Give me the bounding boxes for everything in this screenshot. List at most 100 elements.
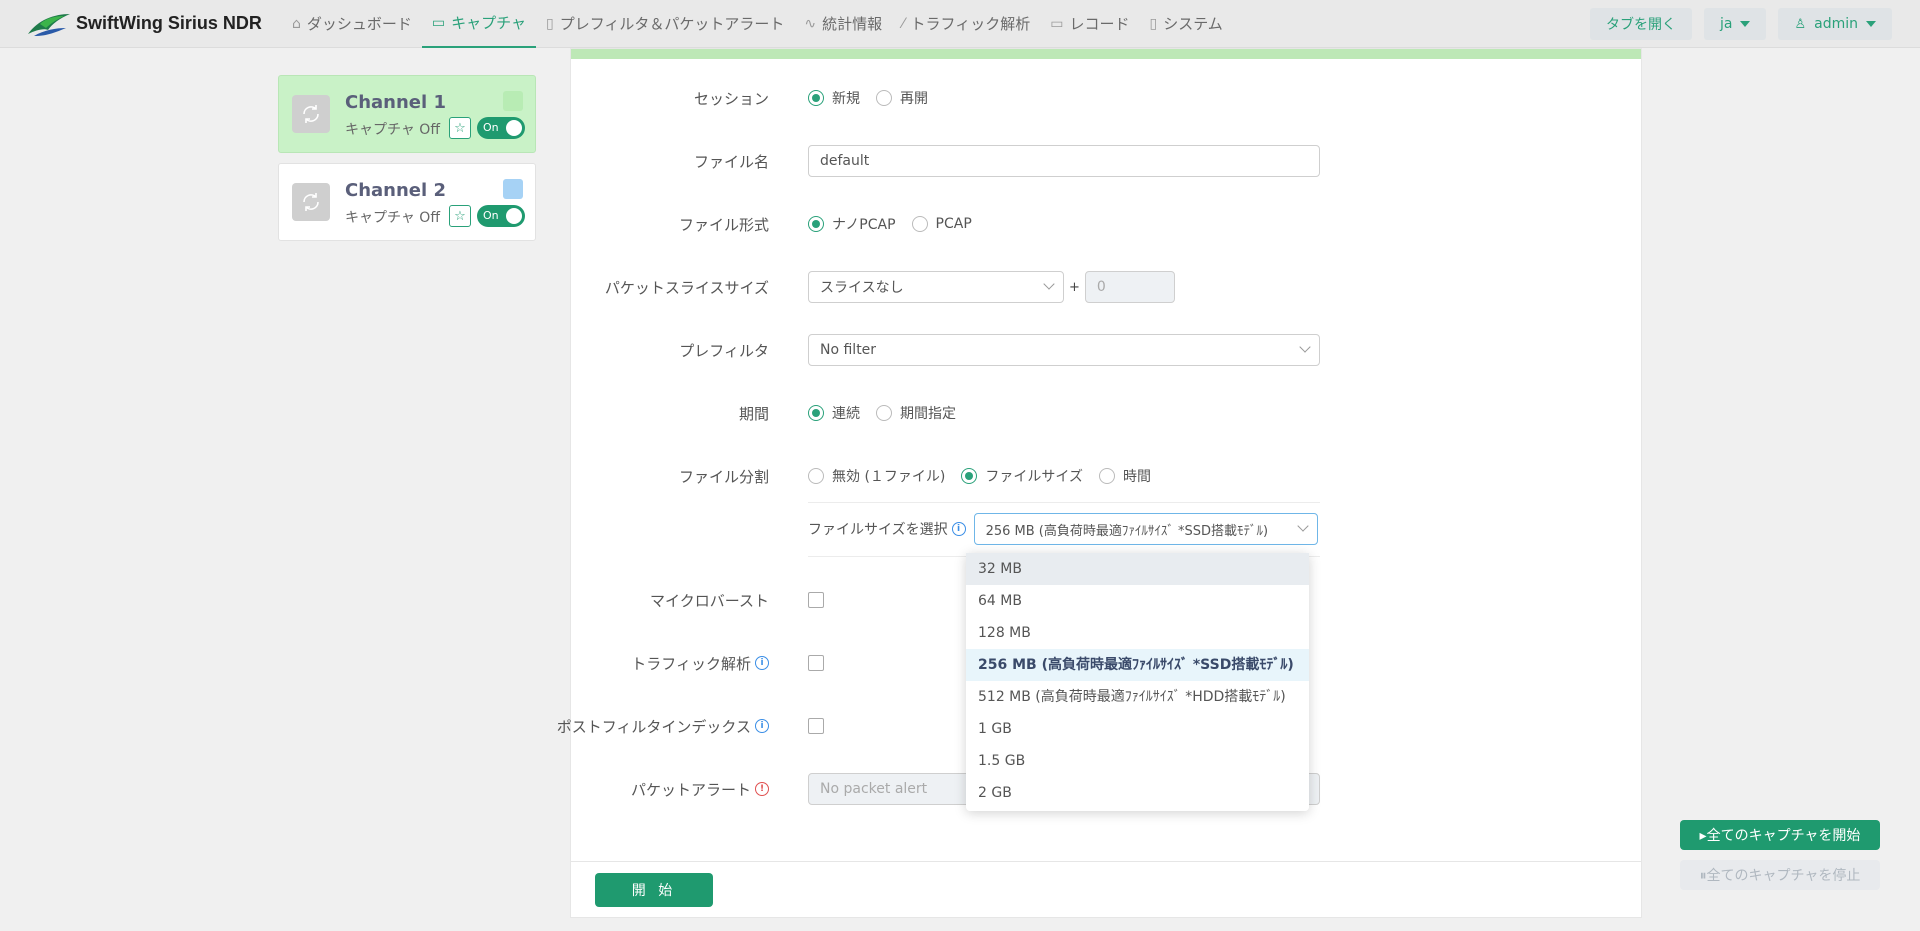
split-label: ファイル分割 [678,467,769,486]
channel-name: Channel 2 [345,180,446,201]
clipboard-icon: ▯ [546,15,554,32]
dropdown-option[interactable]: 2 GB [966,777,1309,809]
channel-card[interactable]: Channel 1 キャプチャ Off ☆ On [278,75,536,153]
nav-item-label: 統計情報 [822,15,883,33]
main-nav: ⌂ ダッシュボード ▭ キャプチャ ▯ プレフィルタ＆パケットアラート ∿ 統計情報 ⁄ トラフィ… [282,0,1233,48]
filesize-select[interactable]: 256 MB (高負荷時最適ﾌｧｲﾙｻｲｽﾞ *SSD搭載ﾓﾃﾞﾙ) [973,513,1318,545]
nav-item-6[interactable]: ▯ システム [1139,0,1232,48]
divider [571,861,1641,862]
period-continuous-radio[interactable]: 連続 [808,403,860,423]
format-pcap-radio[interactable]: PCAP [911,216,972,232]
traffic-checkbox[interactable] [808,655,824,671]
channel-toggle[interactable]: On [477,205,525,227]
split-row: ファイル分割 無効 (１ファイル) ファイルサイズ 時間 [571,460,1641,492]
filename-input[interactable]: default [808,145,1320,177]
start-all-captures-button[interactable]: ▸全てのキャプチャを開始 [1680,820,1880,850]
app-logo[interactable]: SwiftWing Sirius NDR [26,10,282,38]
open-tab-button[interactable]: タブを開く [1590,8,1692,40]
nav-item-3[interactable]: ∿ 統計情報 [794,0,892,48]
pulse-icon: ∿ [804,15,817,32]
dropdown-option[interactable]: 64 MB [966,585,1309,617]
refresh-icon[interactable] [292,183,330,221]
channel-status: キャプチャ Off [345,122,440,138]
prefilter-select[interactable]: No filter [808,334,1320,366]
slice-select[interactable]: スライスなし [808,271,1064,303]
channel-color-swatch[interactable] [503,91,523,111]
period-label: 期間 [738,404,769,423]
clipboard-icon: ▯ [1149,15,1158,32]
filename-label: ファイル名 [693,152,769,171]
top-header: SwiftWing Sirius NDR ⌂ ダッシュボード ▭ キャプチャ ▯ プレフィ… [0,0,1920,48]
slice-row: パケットスライスサイズ スライスなし + 0 [571,271,1641,303]
slice-extra-input[interactable]: 0 [1084,271,1175,303]
stop-all-captures-button[interactable]: ⏸全てのキャプチャを停止 [1680,860,1880,890]
period-row: 期間 連続 期間指定 [571,397,1641,429]
dropdown-option[interactable]: 32 MB [966,553,1309,585]
split-filesize-radio[interactable]: ファイルサイズ [961,466,1083,486]
microburst-label: マイクロバースト [650,591,769,610]
session-label: セッション [693,89,769,108]
refresh-icon[interactable] [292,95,330,133]
postfilter-checkbox[interactable] [808,718,824,734]
filesize-label: ファイルサイズを選択 [808,522,948,538]
dropdown-option[interactable]: 256 MB (高負荷時最適ﾌｧｲﾙｻｲｽﾞ *SSD搭載ﾓﾃﾞﾙ) [966,649,1309,681]
prefilter-row: プレフィルタ No filter [571,334,1641,366]
dropdown-option[interactable]: 1 GB [966,713,1309,745]
dropdown-option[interactable]: 128 MB [966,617,1309,649]
nav-item-2[interactable]: ▯ プレフィルタ＆パケットアラート [536,0,794,48]
session-resume-radio[interactable]: 再開 [876,88,928,108]
app-title: SwiftWing Sirius NDR [76,13,262,33]
nav-item-label: キャプチャ [451,14,526,32]
toggle-label: On [483,209,499,222]
wand-icon: ⁄ [902,15,905,32]
channel-color-swatch[interactable] [503,179,523,199]
info-icon[interactable]: i [755,719,769,733]
packet-alert-label: パケットアラート! [549,779,769,800]
toggle-label: On [483,121,499,134]
user-icon: ♙ [1794,16,1807,32]
nav-item-label: レコード [1069,15,1130,33]
split-time-radio[interactable]: 時間 [1098,466,1151,486]
nav-item-1[interactable]: ▭ キャプチャ [421,0,536,48]
start-button[interactable]: 開 始 [595,873,713,907]
plus-sign: + [1069,279,1080,295]
caret-down-icon [1740,21,1751,27]
period-specified-radio[interactable]: 期間指定 [876,403,956,423]
channel-card[interactable]: Channel 2 キャプチャ Off ☆ On [278,163,536,241]
divider [808,502,1320,503]
info-icon[interactable]: i [951,522,966,536]
swift-logo-icon [28,13,70,36]
filesize-dropdown: 32 MB 64 MB 128 MB 256 MB (高負荷時最適ﾌｧｲﾙｻｲｽﾞ *… [966,553,1309,811]
nav-item-0[interactable]: ⌂ ダッシュボード [282,0,422,48]
filesize-row: ファイルサイズを選択 i 256 MB (高負荷時最適ﾌｧｲﾙｻｲｽﾞ *SSD… [571,513,1641,545]
home-icon: ⌂ [292,15,301,32]
nav-item-label: ダッシュボード [306,15,412,33]
microburst-checkbox[interactable] [808,592,824,608]
chevron-down-icon [1296,520,1309,532]
split-disabled-radio[interactable]: 無効 (１ファイル) [808,466,945,486]
format-row: ファイル形式 ナノPCAP PCAP [571,208,1641,240]
nav-item-label: トラフィック解析 [910,15,1031,33]
nav-item-4[interactable]: ⁄ トラフィック解析 [892,0,1040,48]
alert-info-icon[interactable]: ! [755,782,769,796]
dropdown-option[interactable]: 1.5 GB [966,745,1309,777]
nav-item-5[interactable]: ▭ レコード [1040,0,1139,48]
info-icon[interactable]: i [755,656,769,670]
channel-name: Channel 1 [345,92,446,113]
session-new-radio[interactable]: 新規 [808,88,860,108]
language-select[interactable]: ja [1704,8,1767,40]
filename-row: ファイル名 default [571,145,1641,177]
format-nanopcap-radio[interactable]: ナノPCAP [808,214,896,234]
star-icon[interactable]: ☆ [449,205,471,227]
chevron-down-icon [1299,341,1311,353]
channel-toggle[interactable]: On [477,117,525,139]
format-label: ファイル形式 [678,215,769,234]
user-menu[interactable]: ♙ admin [1778,8,1892,40]
star-icon[interactable]: ☆ [449,117,471,139]
channel-color-bar [571,49,1641,59]
dropdown-option[interactable]: 512 MB (高負荷時最適ﾌｧｲﾙｻｲｽﾞ *HDD搭載ﾓﾃﾞﾙ) [966,681,1309,713]
traffic-label: トラフィック解析 i [549,653,769,674]
prefilter-label: プレフィルタ [679,341,769,360]
chevron-down-icon [1043,278,1055,290]
slice-label: パケットスライスサイズ [604,278,769,297]
